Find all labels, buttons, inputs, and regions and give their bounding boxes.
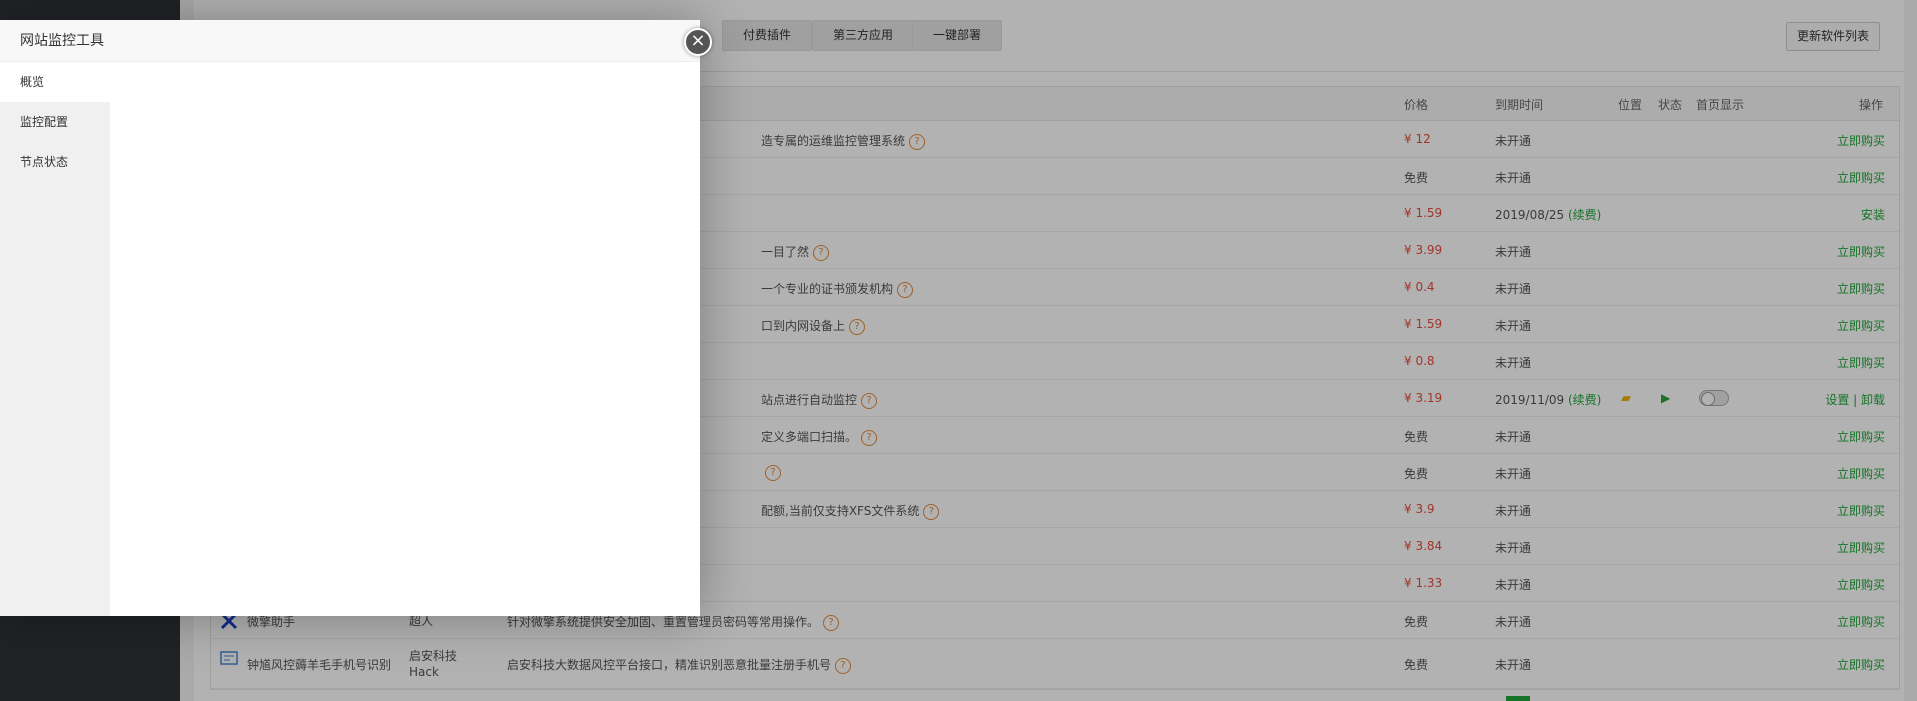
menu-monitor-config[interactable]: 监控配置 — [0, 102, 110, 142]
menu-node-status[interactable]: 节点状态 — [0, 142, 110, 182]
dialog-sidebar: 概览 监控配置 节点状态 — [0, 62, 110, 616]
dialog-title: 网站监控工具 — [0, 20, 700, 62]
close-icon[interactable]: × — [684, 28, 712, 56]
site-monitor-dialog: 网站监控工具 概览 监控配置 节点状态 × — [0, 20, 712, 616]
menu-overview[interactable]: 概览 — [0, 62, 110, 102]
